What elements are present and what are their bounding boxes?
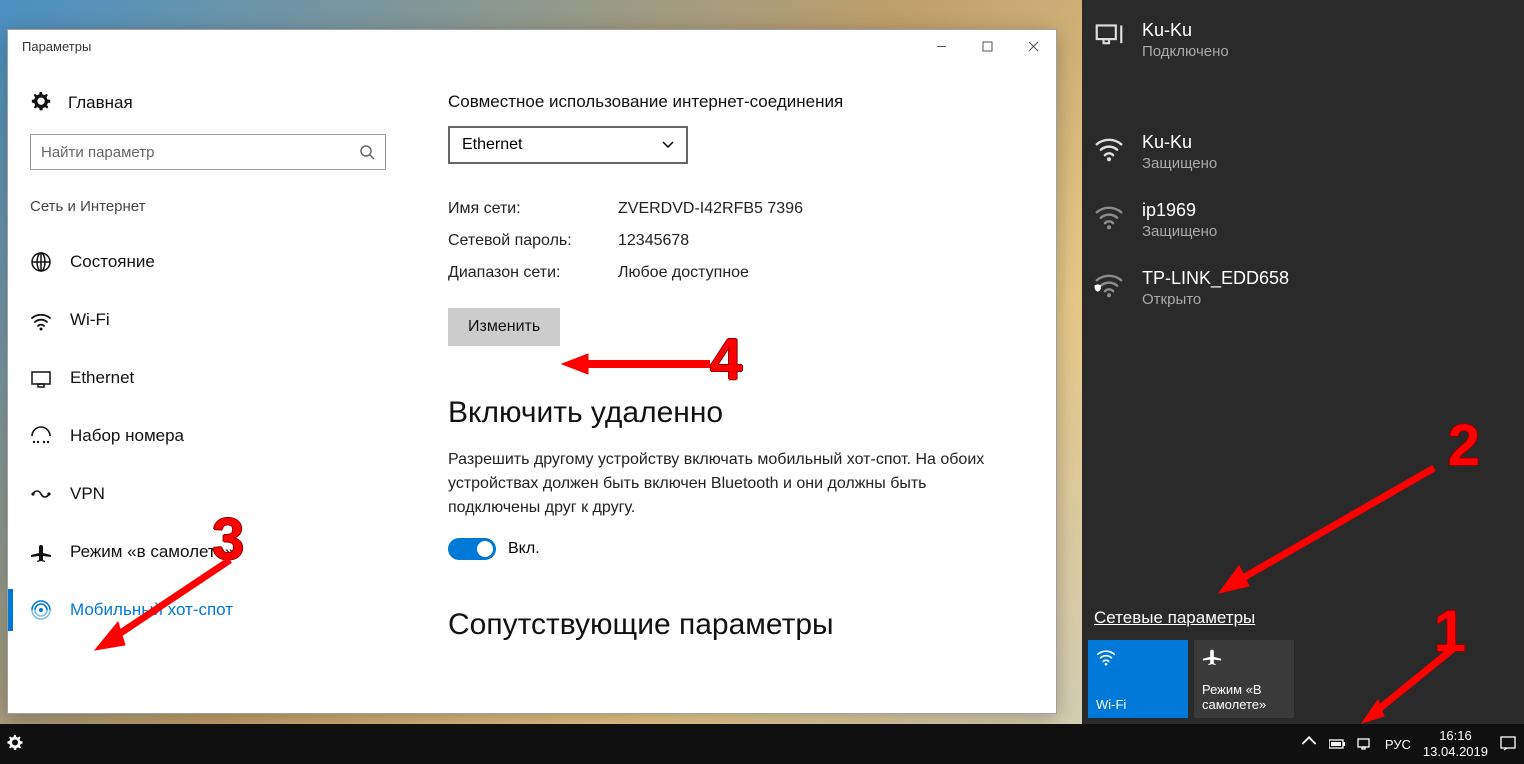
remote-heading: Включить удаленно — [448, 396, 1016, 430]
network-item[interactable]: TP-LINK_EDD658 Открыто — [1082, 254, 1524, 322]
nav-label: VPN — [70, 484, 105, 504]
dialup-icon — [30, 425, 52, 447]
home-button[interactable]: Главная — [8, 92, 408, 114]
network-item[interactable]: ip1969 Защищено — [1082, 186, 1524, 254]
settings-sidebar: Главная Найти параметр Сеть и Интернет С… — [8, 62, 408, 713]
network-status: Защищено — [1142, 155, 1217, 172]
nav-item-ethernet[interactable]: Ethernet — [8, 349, 408, 407]
nav-item-wifi[interactable]: Wi-Fi — [8, 291, 408, 349]
window-title: Параметры — [22, 39, 91, 54]
tray-overflow-icon[interactable] — [1301, 736, 1317, 752]
search-icon — [359, 144, 375, 160]
nav-item-dialup[interactable]: Набор номера — [8, 407, 408, 465]
wifi-icon — [30, 309, 52, 331]
nav-label: Ethernet — [70, 368, 134, 388]
wifi-tile[interactable]: Wi-Fi — [1088, 640, 1188, 718]
nav-item-mobile-hotspot[interactable]: Мобильный хот-спот — [8, 581, 408, 639]
search-placeholder: Найти параметр — [41, 144, 155, 161]
settings-content: Совместное использование интернет-соедин… — [408, 62, 1056, 713]
network-name: ip1969 — [1142, 200, 1217, 221]
edit-button[interactable]: Изменить — [448, 308, 560, 346]
settings-window: Параметры Главная Найти параметр Сеть и … — [7, 29, 1057, 714]
battery-icon[interactable] — [1329, 736, 1345, 752]
share-heading: Совместное использование интернет-соедин… — [448, 92, 1016, 112]
nav-label: Режим «в самолете» — [70, 542, 234, 562]
network-band-label: Диапазон сети: — [448, 264, 618, 282]
shield-icon — [1092, 278, 1106, 292]
nav-item-airplane-mode[interactable]: Режим «в самолете» — [8, 523, 408, 581]
chevron-down-icon — [662, 139, 674, 151]
nav-label: Состояние — [70, 252, 155, 272]
system-tray: РУС 16:16 13.04.2019 — [1301, 728, 1516, 759]
network-name: Ku-Ku — [1142, 132, 1217, 153]
window-maximize-button[interactable] — [964, 30, 1010, 62]
toggle-label: Вкл. — [508, 540, 540, 558]
action-center-icon[interactable] — [1500, 736, 1516, 752]
clock[interactable]: 16:16 13.04.2019 — [1423, 728, 1488, 759]
share-connection-dropdown[interactable]: Ethernet — [448, 126, 688, 164]
section-label: Сеть и Интернет — [8, 198, 408, 215]
home-label: Главная — [68, 93, 133, 113]
tile-label: Wi-Fi — [1096, 697, 1180, 712]
nav-label: Набор номера — [70, 426, 184, 446]
wifi-icon — [1096, 646, 1116, 666]
network-flyout: Ku-Ku Подключено Ku-Ku Защищено ip1969 З… — [1082, 0, 1524, 724]
language-indicator[interactable]: РУС — [1385, 737, 1411, 752]
network-password-value: 12345678 — [618, 232, 689, 250]
airplane-icon — [1202, 646, 1222, 666]
network-status: Защищено — [1142, 223, 1217, 240]
window-close-button[interactable] — [1010, 30, 1056, 62]
network-status: Открыто — [1142, 291, 1289, 308]
taskbar: РУС 16:16 13.04.2019 — [0, 724, 1524, 764]
remote-body-text: Разрешить другому устройству включать мо… — [448, 448, 1008, 520]
tile-label: Режим «В самолете» — [1202, 682, 1286, 712]
nav-label: Мобильный хот-спот — [70, 600, 233, 620]
globe-icon — [30, 251, 52, 273]
network-name-label: Имя сети: — [448, 200, 618, 218]
ethernet-icon — [30, 367, 52, 389]
vpn-icon — [30, 483, 52, 505]
network-item[interactable]: Ku-Ku Подключено — [1082, 6, 1524, 74]
dropdown-value: Ethernet — [462, 136, 522, 154]
network-name: TP-LINK_EDD658 — [1142, 268, 1289, 289]
network-band-value: Любое доступное — [618, 264, 749, 282]
gear-icon[interactable] — [4, 733, 26, 755]
related-heading: Сопутствующие параметры — [448, 608, 1016, 642]
nav-item-vpn[interactable]: VPN — [8, 465, 408, 523]
nav-label: Wi-Fi — [70, 310, 110, 330]
clock-time: 16:16 — [1423, 728, 1488, 744]
network-settings-link[interactable]: Сетевые параметры — [1082, 608, 1524, 640]
network-item[interactable]: Ku-Ku Защищено — [1082, 118, 1524, 186]
network-status: Подключено — [1142, 43, 1229, 60]
network-name: Ku-Ku — [1142, 20, 1229, 41]
wifi-icon — [1094, 132, 1124, 162]
hotspot-icon — [30, 599, 52, 621]
window-minimize-button[interactable] — [918, 30, 964, 62]
wifi-icon — [1094, 200, 1124, 230]
ethernet-icon — [1094, 20, 1124, 50]
window-titlebar[interactable]: Параметры — [8, 30, 1056, 62]
airplane-mode-tile[interactable]: Режим «В самолете» — [1194, 640, 1294, 718]
search-input[interactable]: Найти параметр — [30, 134, 386, 170]
remote-toggle[interactable] — [448, 538, 496, 560]
network-tray-icon[interactable] — [1357, 736, 1373, 752]
gear-icon — [30, 92, 52, 114]
clock-date: 13.04.2019 — [1423, 744, 1488, 760]
network-name-value: ZVERDVD-I42RFB5 7396 — [618, 200, 803, 218]
nav-item-status[interactable]: Состояние — [8, 233, 408, 291]
network-password-label: Сетевой пароль: — [448, 232, 618, 250]
airplane-icon — [30, 541, 52, 563]
